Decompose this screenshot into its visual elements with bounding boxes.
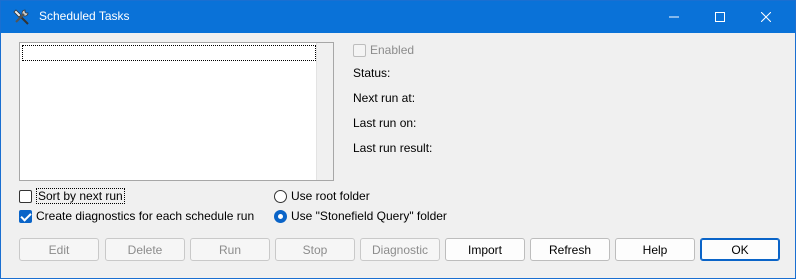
diagnostic-button[interactable]: Diagnostic (360, 238, 440, 261)
maximize-button[interactable] (697, 1, 743, 33)
use-stonefield-folder-radio[interactable]: Use "Stonefield Query" folder (274, 208, 447, 224)
close-icon (761, 12, 771, 22)
sort-by-next-run-checkbox[interactable]: Sort by next run (19, 188, 125, 204)
last-run-label: Last run on: (353, 116, 417, 130)
status-label: Status: (353, 66, 391, 80)
use-root-folder-radio[interactable]: Use root folder (274, 188, 370, 204)
create-diagnostics-checkbox[interactable]: Create diagnostics for each schedule run (19, 208, 254, 224)
use-root-folder-label: Use root folder (291, 189, 370, 203)
list-focus-row[interactable] (22, 45, 316, 61)
minimize-icon (669, 16, 679, 18)
sort-by-next-run-label: Sort by next run (36, 188, 125, 204)
enabled-label: Enabled (370, 43, 415, 57)
import-button[interactable]: Import (445, 238, 525, 261)
delete-button[interactable]: Delete (105, 238, 185, 261)
ok-button[interactable]: OK (700, 238, 780, 261)
scheduled-tasks-window: Scheduled Tasks Sort by next run Create … (0, 0, 796, 279)
minimize-button[interactable] (651, 1, 697, 33)
checkbox-box[interactable] (19, 189, 32, 203)
refresh-button[interactable]: Refresh (530, 238, 610, 261)
maximize-icon (715, 12, 725, 22)
list-scrollbar[interactable] (316, 43, 333, 180)
use-stonefield-folder-label: Use "Stonefield Query" folder (291, 209, 447, 223)
tools-icon (13, 9, 29, 25)
next-run-label: Next run at: (353, 91, 416, 105)
run-button[interactable]: Run (190, 238, 270, 261)
checkbox-box[interactable] (19, 209, 32, 223)
create-diagnostics-label: Create diagnostics for each schedule run (36, 209, 255, 223)
enabled-checkbox[interactable]: Enabled (353, 42, 414, 58)
title-bar[interactable]: Scheduled Tasks (1, 1, 795, 33)
edit-button[interactable]: Edit (19, 238, 99, 261)
stop-button[interactable]: Stop (275, 238, 355, 261)
close-button[interactable] (743, 1, 789, 33)
last-run-result-label: Last run result: (353, 141, 433, 155)
help-button[interactable]: Help (615, 238, 695, 261)
window-title: Scheduled Tasks (39, 9, 130, 23)
checkbox-box[interactable] (353, 43, 366, 57)
radio-circle[interactable] (274, 189, 287, 203)
radio-circle[interactable] (274, 209, 287, 223)
task-list[interactable] (19, 42, 334, 181)
